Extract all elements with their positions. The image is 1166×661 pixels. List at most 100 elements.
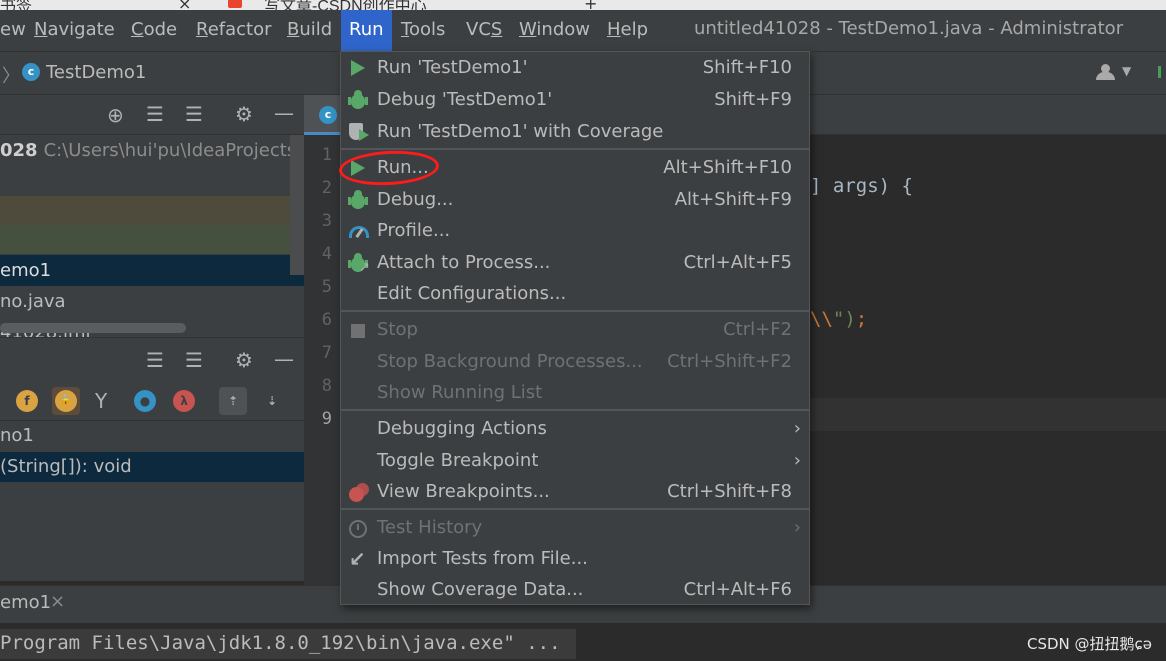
attach-icon: ↗ bbox=[347, 252, 370, 274]
autoscroll-to-source-icon[interactable]: ⇡ bbox=[219, 387, 247, 415]
debug-icon bbox=[347, 189, 369, 211]
csdn-watermark: CSDN @扭扭鹅ɕə bbox=[1026, 635, 1152, 653]
menu-item-edit-configurations[interactable]: Edit Configurations... bbox=[341, 278, 809, 309]
hide-panel-icon[interactable]: — bbox=[274, 103, 294, 123]
menu-tools[interactable]: Tools bbox=[393, 10, 453, 51]
gear-icon[interactable]: ⚙ bbox=[235, 104, 253, 124]
line-number: 1 bbox=[321, 145, 332, 165]
menu-separator bbox=[341, 409, 809, 411]
menu-item-show-coverage-data[interactable]: Show Coverage Data... Ctrl+Alt+F6 bbox=[341, 574, 809, 605]
run-menu-dropdown: Run 'TestDemo1' Shift+F10 Debug 'TestDem… bbox=[340, 51, 810, 605]
menu-item-profile[interactable]: Profile... bbox=[341, 215, 809, 246]
browser-tab-bookmarks[interactable]: 书签 bbox=[0, 0, 32, 10]
tree-row-java-file[interactable]: no.java bbox=[0, 286, 304, 317]
code-line-6: \\"); bbox=[810, 308, 868, 330]
submenu-arrow-icon: › bbox=[793, 418, 801, 439]
import-icon: ↙ bbox=[349, 547, 366, 571]
submenu-arrow-icon: › bbox=[793, 450, 801, 471]
profile-icon bbox=[347, 220, 369, 242]
menu-separator bbox=[341, 148, 809, 150]
line-number: 5 bbox=[321, 277, 332, 297]
vcs-update-icon[interactable] bbox=[1158, 66, 1166, 78]
menu-refactor[interactable]: Refactor bbox=[188, 10, 280, 51]
show-anonymous-icon[interactable]: ● bbox=[131, 387, 159, 415]
structure-method-row[interactable]: (String[]): void bbox=[0, 452, 304, 482]
structure-panel-toolbar: ☰ ☰ ⚙ — bbox=[0, 337, 304, 381]
run-console: Program Files\Java\jdk1.8.0_192\bin\java… bbox=[0, 623, 1166, 661]
line-number-gutter: 1 2 3 4 5 6 7 8 9 bbox=[304, 135, 340, 585]
menu-bar: ew Navigate Code Refactor Build Run Tool… bbox=[0, 10, 1166, 51]
collapse-all-icon[interactable]: ☰ bbox=[185, 104, 203, 124]
autoscroll-from-source-icon[interactable]: ⇣ bbox=[258, 387, 286, 415]
editor-tab-testdemo1[interactable]: c bbox=[304, 95, 342, 135]
close-icon[interactable]: × bbox=[50, 591, 65, 612]
code-line-2: ] args) { bbox=[810, 175, 913, 197]
browser-tab-csdn[interactable]: 写文章-CSDN创作中心 bbox=[264, 0, 427, 10]
horizontal-scrollbar[interactable] bbox=[0, 323, 186, 333]
line-number: 9 bbox=[321, 409, 332, 429]
class-icon: c bbox=[22, 63, 40, 81]
expand-all-icon[interactable]: ☰ bbox=[146, 104, 164, 124]
expand-all-icon[interactable]: ☰ bbox=[146, 350, 164, 370]
menu-window[interactable]: Window bbox=[511, 10, 598, 51]
show-lambdas-icon[interactable]: λ bbox=[170, 387, 198, 415]
tree-row-testdemo1[interactable]: emo1 bbox=[0, 255, 304, 286]
show-inherited-icon[interactable]: Y bbox=[95, 391, 107, 411]
structure-tree: no1 (String[]): void bbox=[0, 421, 304, 581]
user-icon[interactable] bbox=[1096, 64, 1116, 80]
menu-item-run-with-coverage[interactable]: Run 'TestDemo1' with Coverage bbox=[341, 116, 809, 147]
class-icon: c bbox=[319, 106, 337, 124]
project-tree: 028 C:\Users\hui'pu\IdeaProjects\ur emo1 … bbox=[0, 135, 304, 337]
project-panel-toolbar: ⊕ ☰ ☰ ⚙ — bbox=[0, 95, 304, 135]
project-root-row[interactable]: 028 C:\Users\hui'pu\IdeaProjects\ur bbox=[0, 135, 304, 166]
menu-separator bbox=[341, 508, 809, 510]
browser-new-tab-icon[interactable]: + bbox=[584, 0, 597, 10]
structure-class-row[interactable]: no1 bbox=[0, 421, 304, 451]
structure-filter-bar: f 🔒 Y ● λ ⇡ ⇣ bbox=[0, 381, 304, 421]
console-command-line: Program Files\Java\jdk1.8.0_192\bin\java… bbox=[0, 629, 576, 659]
menu-item-view-breakpoints[interactable]: View Breakpoints... Ctrl+Shift+F8 bbox=[341, 476, 809, 507]
browser-tab-strip: 书签 × 写文章-CSDN创作中心 + bbox=[0, 0, 1166, 10]
line-number: 8 bbox=[321, 376, 332, 396]
breadcrumb-file[interactable]: TestDemo1 bbox=[46, 62, 146, 83]
menu-item-debugging-actions[interactable]: Debugging Actions › bbox=[341, 413, 809, 444]
run-icon bbox=[347, 57, 369, 79]
line-number: 6 bbox=[321, 310, 332, 330]
menu-navigate[interactable]: Navigate bbox=[26, 10, 123, 51]
show-fields-icon[interactable]: f bbox=[13, 387, 41, 415]
menu-separator bbox=[341, 310, 809, 312]
menu-item-attach-to-process[interactable]: ↗ Attach to Process... Ctrl+Alt+F5 bbox=[341, 247, 809, 278]
locate-icon[interactable]: ⊕ bbox=[107, 105, 124, 125]
menu-item-test-history[interactable]: Test History › bbox=[341, 512, 809, 543]
collapse-all-icon[interactable]: ☰ bbox=[185, 350, 203, 370]
project-root-path: C:\Users\hui'pu\IdeaProjects\ur bbox=[43, 140, 304, 161]
menu-item-show-running-list[interactable]: Show Running List bbox=[341, 377, 809, 408]
menu-item-stop-background[interactable]: Stop Background Processes... Ctrl+Shift+… bbox=[341, 346, 809, 377]
menu-item-debug-config[interactable]: Debug... Alt+Shift+F9 bbox=[341, 184, 809, 215]
menu-build[interactable]: Build bbox=[279, 10, 340, 51]
browser-tab-close-icon[interactable]: × bbox=[178, 0, 191, 10]
gear-icon[interactable]: ⚙ bbox=[235, 350, 253, 370]
menu-item-run-testdemo1[interactable]: Run 'TestDemo1' Shift+F10 bbox=[341, 52, 809, 83]
line-number: 4 bbox=[321, 244, 332, 264]
vertical-scrollbar[interactable] bbox=[290, 135, 304, 275]
menu-item-import-tests[interactable]: ↙ Import Tests from File... bbox=[341, 543, 809, 574]
window-title: untitled41028 - TestDemo1.java - Adminis… bbox=[694, 18, 1124, 39]
show-non-public-icon[interactable]: 🔒 bbox=[52, 387, 80, 415]
line-number: 2 bbox=[321, 178, 332, 198]
run-tab-testdemo1[interactable]: emo1 bbox=[0, 592, 51, 613]
menu-help[interactable]: Help bbox=[599, 10, 656, 51]
submenu-arrow-icon: › bbox=[793, 517, 801, 538]
line-number: 3 bbox=[321, 211, 332, 231]
coverage-icon bbox=[347, 121, 369, 143]
menu-item-stop[interactable]: Stop Ctrl+F2 bbox=[341, 314, 809, 345]
tree-highlight-band bbox=[0, 225, 290, 254]
menu-run[interactable]: Run bbox=[341, 10, 392, 51]
menu-item-debug-testdemo1[interactable]: Debug 'TestDemo1' Shift+F9 bbox=[341, 84, 809, 115]
chevron-down-icon[interactable]: ▼ bbox=[1122, 64, 1131, 78]
menu-vcs[interactable]: VCS bbox=[458, 10, 510, 51]
project-root-name: 028 bbox=[0, 140, 38, 161]
menu-code[interactable]: Code bbox=[123, 10, 185, 51]
hide-panel-icon[interactable]: — bbox=[274, 349, 294, 369]
menu-item-toggle-breakpoint[interactable]: Toggle Breakpoint › bbox=[341, 445, 809, 476]
